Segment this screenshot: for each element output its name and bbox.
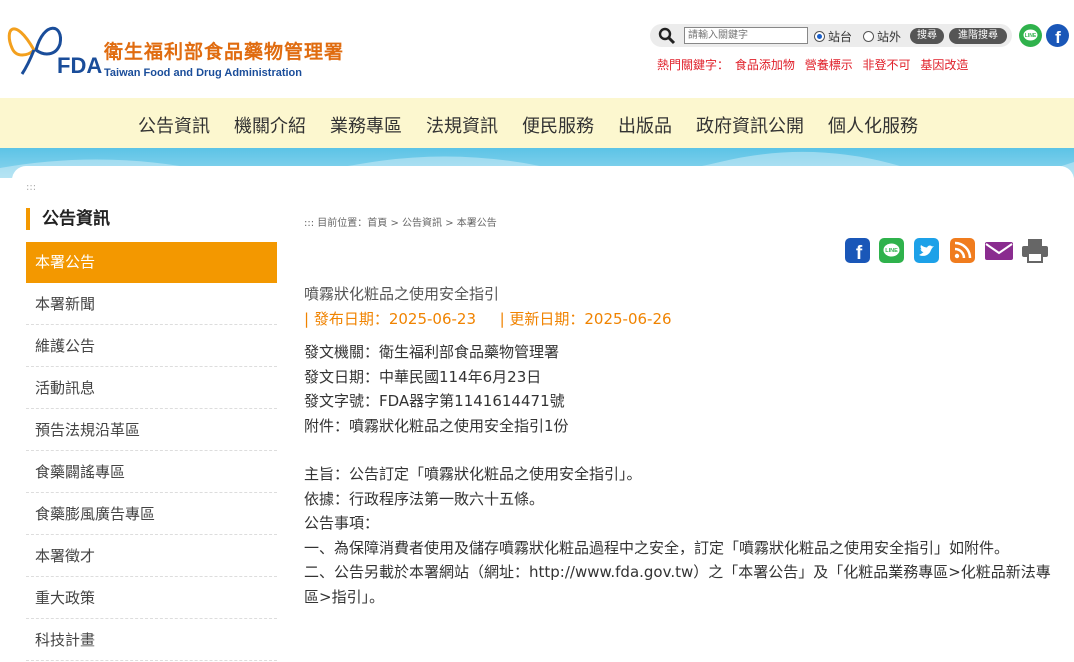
nav-item-publications[interactable]: 出版品 — [618, 112, 672, 138]
fda-butterfly-logo[interactable] — [4, 10, 64, 76]
radio-external[interactable]: 站外 — [863, 28, 901, 45]
hot-keyword-link[interactable]: 基因改造 — [920, 58, 968, 72]
breadcrumb: ::: 目前位置：首頁 > 公告資訊 > 本署公告 — [304, 218, 497, 229]
facebook-icon[interactable]: f — [1046, 24, 1069, 47]
svg-text:f: f — [1055, 28, 1061, 47]
logo-title-zh: 衛生福利部食品藥物管理署 — [104, 41, 345, 63]
issue-date: 發文日期：中華民國114年6月23日 — [304, 367, 542, 386]
notice-item-1: 一、為保障消費者使用及儲存噴霧狀化粧品過程中之安全，訂定「噴霧狀化粧品之使用安全… — [304, 538, 1010, 557]
article-body: 發文機關：衛生福利部食品藥物管理署 發文日期：中華民國114年6月23日 發文字… — [304, 340, 1056, 609]
share-rss-icon[interactable] — [950, 238, 975, 263]
sidebar-item-recruitment[interactable]: 本署徵才 — [26, 536, 277, 577]
hot-keyword-link[interactable]: 食品添加物 — [735, 58, 795, 72]
notice-item-2: 二、公告另載於本署網站（網址：http://www.fda.gov.tw）之「本… — [304, 563, 1051, 606]
radio-on-icon — [814, 31, 825, 42]
line-icon[interactable]: LINE — [1019, 24, 1042, 47]
radio-site[interactable]: 站台 — [814, 28, 852, 45]
hot-keywords: 熱門關鍵字： 食品添加物 營養標示 非登不可 基因改造 — [657, 56, 974, 73]
accesskey-anchor[interactable]: ::: — [26, 182, 36, 193]
nav-item-business[interactable]: 業務專區 — [330, 112, 402, 138]
share-line-icon[interactable]: LINE — [879, 238, 904, 263]
sidebar-item-major-policies[interactable]: 重大政策 — [26, 578, 277, 619]
svg-text:LINE: LINE — [1025, 33, 1037, 39]
subject: 主旨：公告訂定「噴霧狀化粧品之使用安全指引」。 — [304, 465, 642, 483]
nav-item-announcements[interactable]: 公告資訊 — [138, 112, 210, 138]
logo-title-en: Taiwan Food and Drug Administration — [104, 67, 302, 79]
update-date: | 更新日期：2025-06-26 — [499, 310, 672, 328]
radio-site-label: 站台 — [828, 30, 853, 44]
sidebar-item-events[interactable]: 活動訊息 — [26, 368, 277, 409]
search-button[interactable]: 搜尋 — [910, 28, 944, 44]
issuing-agency: 發文機關：衛生福利部食品藥物管理署 — [304, 343, 560, 361]
hot-keyword-link[interactable]: 非登不可 — [863, 58, 911, 72]
nav-item-open-gov[interactable]: 政府資訊公開 — [696, 112, 804, 138]
share-mail-icon[interactable] — [984, 238, 1014, 263]
sidebar-menu: 本署公告 本署新聞 維護公告 活動訊息 預告法規沿革區 食藥闢謠專區 食藥膨風廣… — [26, 242, 277, 662]
article-dates: | 發布日期：2025-06-23 | 更新日期：2025-06-26 — [304, 308, 672, 329]
document-number: 發文字號：FDA器字第1141614471號 — [304, 392, 565, 410]
sidebar-item-rumor-clarification[interactable]: 食藥闢謠專區 — [26, 452, 277, 493]
share-twitter-icon[interactable] — [914, 238, 939, 263]
logo-text[interactable]: 衛生福利部食品藥物管理署 Taiwan Food and Drug Admini… — [104, 37, 344, 79]
legal-basis: 依據：行政程序法第一敗六十五條。 — [304, 489, 545, 508]
print-icon[interactable] — [1020, 238, 1050, 263]
hot-keyword-link[interactable]: 營養標示 — [805, 58, 853, 72]
radio-off-icon — [863, 31, 874, 42]
sidebar-item-maintenance[interactable]: 維護公告 — [26, 326, 277, 367]
search-icon — [658, 27, 676, 45]
radio-external-label: 站外 — [877, 30, 902, 44]
nav-item-services[interactable]: 便民服務 — [522, 112, 594, 138]
search-input[interactable] — [684, 27, 808, 44]
sidebar-item-exaggerated-ads[interactable]: 食藥膨風廣告專區 — [26, 494, 277, 535]
svg-text:LINE: LINE — [885, 248, 898, 254]
svg-text:f: f — [856, 243, 863, 263]
notice-heading: 公告事項： — [304, 514, 380, 532]
search-bar: 站台 站外 搜尋 進階搜尋 — [650, 24, 1012, 47]
fda-wordmark: FDA — [57, 53, 103, 78]
sidebar-title: 公告資訊 — [26, 208, 110, 230]
advanced-search-button[interactable]: 進階搜尋 — [949, 28, 1007, 44]
article-title: 噴霧狀化粧品之使用安全指引 — [304, 285, 500, 303]
sidebar-item-tech-projects[interactable]: 科技計畫 — [26, 620, 277, 661]
nav-item-regulations[interactable]: 法規資訊 — [426, 112, 498, 138]
nav-item-about[interactable]: 機關介紹 — [234, 112, 306, 138]
sidebar-item-announcements[interactable]: 本署公告 — [26, 242, 277, 283]
share-facebook-icon[interactable]: f — [845, 238, 870, 264]
sidebar-item-draft-regulations[interactable]: 預告法規沿革區 — [26, 410, 277, 451]
main-nav: 公告資訊 機關介紹 業務專區 法規資訊 便民服務 出版品 政府資訊公開 個人化服… — [0, 98, 1074, 148]
publish-date: | 發布日期：2025-06-23 — [304, 310, 476, 328]
nav-item-personal[interactable]: 個人化服務 — [828, 112, 918, 138]
attachment: 附件：噴霧狀化粧品之使用安全指引1份 — [304, 416, 569, 435]
hot-keywords-label: 熱門關鍵字： — [657, 58, 730, 72]
site-header: FDA 衛生福利部食品藥物管理署 Taiwan Food and Drug Ad… — [0, 0, 1074, 98]
sidebar-item-news[interactable]: 本署新聞 — [26, 284, 277, 325]
